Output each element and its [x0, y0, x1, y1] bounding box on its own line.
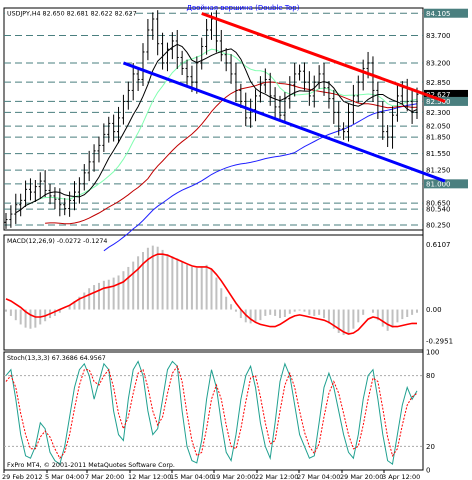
price-pane[interactable] [3, 7, 424, 231]
price-label: 81.250 [426, 167, 451, 175]
x-axis-label: 27 Mar 04:00 [297, 473, 340, 480]
x-axis-label: 22 Mar 12:00 [255, 473, 298, 480]
macd-scale-label: -0.2951 [426, 338, 453, 346]
symbol-header: USDJPY,H4 82.650 82.681 82.622 82.627 [7, 11, 137, 18]
x-axis-label: 7 Mar 20:00 [85, 473, 124, 480]
price-label: 81.850 [426, 134, 451, 142]
x-axis-label: 5 Mar 04:00 [45, 473, 84, 480]
x-axis-label: 12 Mar 12:00 [128, 473, 171, 480]
price-label: 82.850 [426, 79, 451, 87]
stoch-scale-label: 100 [426, 349, 439, 357]
x-axis-label: 29 Mar 20:00 [340, 473, 383, 480]
price-label: 81.550 [426, 150, 451, 158]
stoch-scale-label: 20 [426, 443, 435, 451]
macd-header: MACD(12,26,9) -0.0272 -0.1274 [7, 238, 107, 245]
price-label: 80.540 [426, 206, 451, 214]
price-label: 83.200 [426, 60, 451, 68]
chart-canvas[interactable]: 84.10583.70083.20082.85082.62782.50082.3… [0, 0, 472, 480]
x-axis-label: 29 Feb 2012 [2, 473, 42, 480]
stoch-pane[interactable] [3, 351, 424, 471]
macd-pane[interactable] [3, 234, 424, 351]
macd-scale-label: 0.00 [426, 306, 442, 314]
price-label: 80.250 [426, 222, 451, 230]
x-axis-label: 19 Mar 20:00 [212, 473, 255, 480]
stoch-header: Stoch(13,3,3) 67.3686 64.9567 [7, 355, 106, 362]
stoch-scale-label: 0 [426, 467, 430, 475]
stoch-scale-label: 80 [426, 372, 435, 380]
x-axis-label: 15 Mar 04:00 [170, 473, 213, 480]
copyright-text: FxPro MT4, © 2001-2011 MetaQuotes Softwa… [7, 461, 175, 469]
price-label: 81.000 [426, 180, 451, 188]
double-top-annotation: Двойная вершина (Double Top) [187, 4, 300, 12]
price-label: 82.050 [426, 123, 451, 131]
x-axis-label: 3 Apr 12:00 [382, 473, 420, 480]
mt4-chart-window: 84.105 83.700 83.200 82.850 82.627 82.500 82.3… [0, 0, 472, 480]
price-label: 83.700 [426, 32, 451, 40]
price-label: 82.300 [426, 109, 451, 117]
price-label: 84.105 [426, 10, 451, 18]
macd-scale-label: 0.6107 [426, 241, 451, 249]
